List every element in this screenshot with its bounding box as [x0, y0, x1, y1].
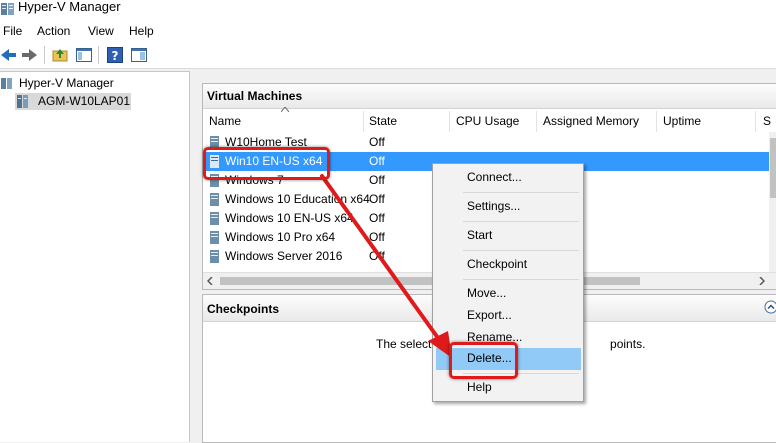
menu-item-export[interactable]: Export...: [433, 305, 583, 327]
tree-item-hyper-v-manager[interactable]: Hyper-V Manager: [0, 75, 189, 92]
vm-state: Off: [369, 249, 385, 263]
menu-separator: [463, 192, 579, 193]
annotation-highlight-vm: [203, 147, 330, 180]
menu-item-move[interactable]: Move...: [433, 283, 583, 305]
column-separator[interactable]: [656, 111, 657, 132]
vm-name: Windows Server 2016: [225, 249, 343, 263]
menu-separator: [463, 221, 579, 222]
virtual-machines-header: Virtual Machines: [203, 84, 776, 109]
menu-item-label: Move...: [467, 286, 507, 300]
checkpoints-message-start: The selecte: [376, 337, 439, 351]
svg-text:?: ?: [112, 49, 119, 63]
column-header-assigned-memory[interactable]: Assigned Memory: [543, 114, 639, 128]
vertical-scrollbar[interactable]: [769, 132, 776, 272]
scroll-right-icon[interactable]: [759, 277, 765, 285]
window-title: Hyper-V Manager: [18, 0, 121, 14]
virtual-machine-icon: [210, 250, 219, 263]
menu-item-label: Help: [467, 380, 492, 394]
column-separator[interactable]: [755, 111, 756, 132]
menu-item-label: Settings...: [467, 199, 521, 213]
vm-name: Windows 10 Pro x64: [225, 230, 336, 244]
column-separator[interactable]: [536, 111, 537, 132]
menu-item-label: Start: [467, 228, 493, 242]
menu-file[interactable]: File: [3, 23, 22, 39]
menu-item-start[interactable]: Start: [433, 225, 583, 247]
menu-item-settings[interactable]: Settings...: [433, 196, 583, 218]
tree-item-label: AGM-W10LAP01: [38, 94, 131, 108]
column-header-state[interactable]: State: [369, 114, 397, 128]
virtual-machine-icon: [210, 231, 219, 244]
server-icon: [17, 95, 28, 108]
hyper-v-manager-icon: [1, 3, 14, 15]
show-hide-action-pane-icon[interactable]: [130, 46, 148, 64]
menu-item-label: Export...: [467, 308, 512, 322]
vm-name: Windows 10 Education x64: [225, 192, 370, 206]
menu-item-label: Connect...: [467, 170, 522, 184]
column-header-cpu-usage[interactable]: CPU Usage: [456, 114, 519, 128]
menu-separator: [463, 250, 579, 251]
show-hide-console-tree-icon[interactable]: [75, 46, 93, 64]
column-header-uptime[interactable]: Uptime: [663, 114, 701, 128]
vm-state: Off: [369, 154, 385, 168]
vm-state: Off: [369, 135, 385, 149]
column-header-status[interactable]: S: [763, 114, 771, 128]
menu-action[interactable]: Action: [37, 23, 70, 39]
scroll-left-icon[interactable]: [207, 277, 213, 285]
column-header-row: Name State CPU Usage Assigned Memory Upt…: [203, 107, 776, 132]
annotation-highlight-delete: [449, 342, 518, 379]
menu-separator: [463, 279, 579, 280]
hyper-v-manager-icon: [1, 78, 12, 89]
up-folder-icon[interactable]: [51, 46, 69, 64]
vm-state: Off: [369, 192, 385, 206]
menu-item-checkpoint[interactable]: Checkpoint: [433, 254, 583, 276]
toolbar-separator: [44, 46, 45, 64]
column-separator[interactable]: [363, 111, 364, 132]
vm-state: Off: [369, 211, 385, 225]
vertical-scrollbar-thumb[interactable]: [770, 138, 776, 198]
tree-item-label: Hyper-V Manager: [19, 76, 114, 90]
menu-view[interactable]: View: [88, 23, 114, 39]
forward-arrow-icon[interactable]: [20, 46, 38, 64]
collapse-panel-icon[interactable]: [764, 300, 776, 314]
tree-item-server[interactable]: AGM-W10LAP01: [15, 93, 131, 110]
menu-item-help[interactable]: Help: [433, 377, 583, 399]
vm-state: Off: [369, 173, 385, 187]
vm-state: Off: [369, 230, 385, 244]
virtual-machine-icon: [210, 212, 219, 225]
column-separator[interactable]: [449, 111, 450, 132]
menu-bar: File Action View Help: [0, 20, 776, 42]
sort-ascending-icon: [281, 107, 289, 112]
title-bar: Hyper-V Manager: [0, 0, 776, 20]
help-icon[interactable]: ?: [106, 46, 124, 64]
menu-help[interactable]: Help: [129, 23, 154, 39]
toolbar: ?: [0, 42, 776, 69]
panel-title: Checkpoints: [207, 302, 280, 316]
virtual-machine-icon: [210, 193, 219, 206]
menu-item-label: Checkpoint: [467, 257, 528, 271]
back-arrow-icon[interactable]: [0, 46, 18, 64]
panel-title: Virtual Machines: [207, 89, 303, 103]
checkpoints-message-end: points.: [610, 337, 646, 351]
console-tree: Hyper-V Manager AGM-W10LAP01: [0, 71, 190, 442]
toolbar-separator: [98, 46, 99, 64]
menu-item-connect[interactable]: Connect...: [433, 167, 583, 189]
column-header-name[interactable]: Name: [209, 114, 241, 128]
vm-name: Windows 10 EN-US x64: [225, 211, 354, 225]
